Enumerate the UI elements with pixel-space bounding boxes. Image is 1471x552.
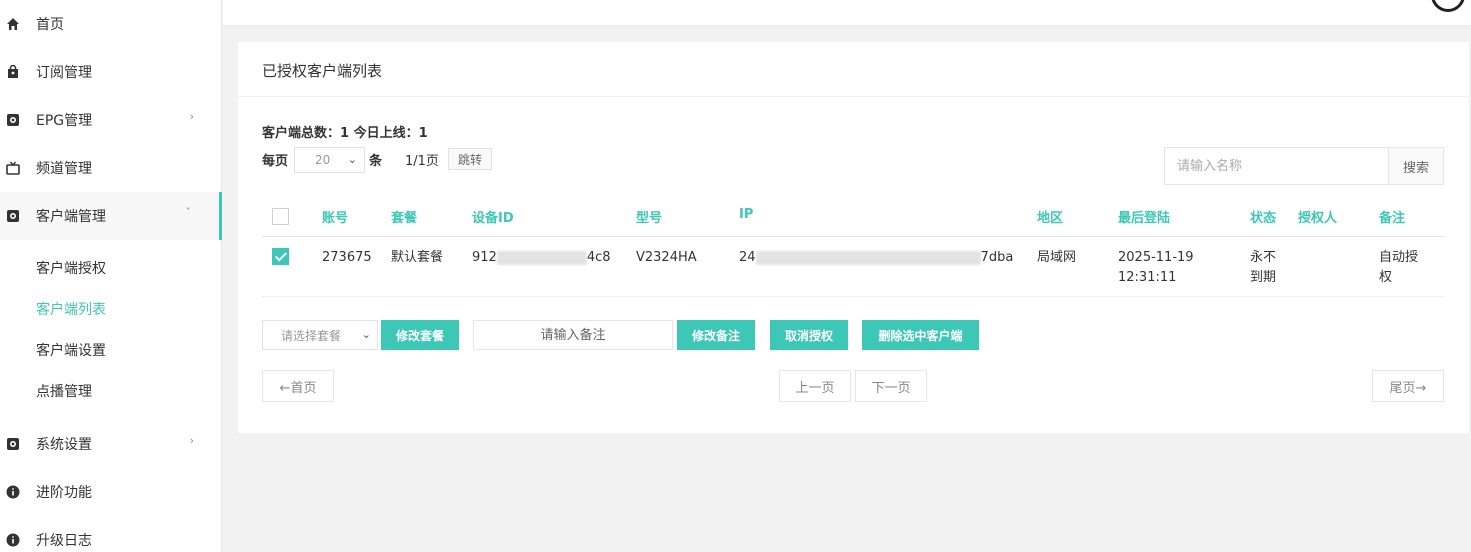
gear-icon — [6, 437, 20, 451]
sidebar-subitem-vod[interactable]: 点播管理 — [36, 376, 92, 406]
row-checkbox[interactable] — [272, 248, 289, 265]
sidebar-item-label: 频道管理 — [36, 161, 92, 177]
sidebar-item-channels[interactable]: 频道管理 — [0, 144, 222, 192]
first-page-button[interactable]: ←首页 — [262, 370, 334, 402]
delete-selected-button[interactable]: 删除选中客户端 — [862, 320, 979, 350]
package-select[interactable]: 请选择套餐 ⌄ — [262, 320, 378, 350]
cell-package: 默认套餐 — [391, 250, 444, 265]
prev-page-button[interactable]: 上一页 — [779, 370, 851, 402]
client-stats: 客户端总数：1 今日上线：1 — [262, 126, 428, 141]
chevron-right-icon: › — [189, 110, 194, 123]
page-info: 1/1页 — [405, 154, 439, 169]
chevron-down-icon: ˇ — [185, 206, 192, 219]
sidebar-item-label: EPG管理 — [36, 113, 93, 129]
cell-remark: 自动授 权 — [1379, 248, 1418, 288]
sidebar-item-label: 订阅管理 — [36, 65, 92, 81]
sidebar-item-home[interactable]: 首页 — [0, 0, 222, 48]
search-button[interactable]: 搜索 — [1388, 147, 1444, 185]
modify-package-button[interactable]: 修改套餐 — [381, 320, 459, 350]
column-header-model: 型号 — [636, 211, 663, 226]
sidebar-item-label: 客户端管理 — [36, 209, 106, 225]
divider — [238, 96, 1469, 97]
table-row-divider — [262, 296, 1444, 297]
bag-icon — [6, 65, 20, 79]
ip-suffix: 7dba — [980, 250, 1014, 265]
sidebar-subitem-client-settings[interactable]: 客户端设置 — [36, 335, 106, 365]
table-header-divider — [262, 236, 1444, 237]
device-id-suffix: 4c8 — [586, 250, 611, 265]
sidebar-item-subscription[interactable]: 订阅管理 — [0, 48, 222, 96]
cancel-auth-button[interactable]: 取消授权 — [770, 320, 848, 350]
cell-status: 永不 到期 — [1250, 248, 1276, 288]
column-header-remark: 备注 — [1379, 211, 1406, 226]
chevron-down-icon: ⌄ — [361, 328, 371, 341]
select-all-checkbox[interactable] — [272, 208, 289, 225]
column-header-package: 套餐 — [391, 211, 418, 226]
per-page-value: 20 — [315, 153, 331, 167]
status-line: 永不 — [1250, 250, 1277, 265]
last-login-date: 2025-11-19 — [1118, 250, 1194, 265]
gear-icon — [6, 209, 20, 223]
device-id-prefix: 912 — [472, 250, 497, 265]
info-icon — [6, 533, 20, 547]
per-page-label: 每页 — [262, 154, 289, 169]
page-title: 已授权客户端列表 — [262, 62, 383, 80]
last-login-time: 12:31:11 — [1118, 270, 1177, 285]
column-header-status: 状态 — [1250, 211, 1277, 226]
sidebar-item-system-settings[interactable]: 系统设置 › — [0, 420, 222, 468]
cell-device-id: 912 4c8 — [472, 248, 611, 268]
sidebar-item-label: 系统设置 — [36, 437, 92, 453]
remark-line: 权 — [1379, 270, 1393, 285]
sidebar-item-advanced[interactable]: 进阶功能 — [0, 468, 222, 516]
sidebar-subitem-client-list[interactable]: 客户端列表 — [36, 294, 106, 324]
gear-icon — [6, 113, 20, 127]
tv-icon — [6, 161, 20, 175]
user-avatar-icon[interactable] — [1431, 0, 1465, 12]
cell-model: V2324HA — [636, 250, 697, 265]
client-list-card: 已授权客户端列表 客户端总数：1 今日上线：1 每页 20 ⌄ 条 1/1页 跳… — [238, 42, 1469, 433]
top-header — [223, 0, 1471, 26]
remark-input[interactable] — [473, 320, 673, 350]
last-page-button[interactable]: 尾页→ — [1372, 370, 1444, 402]
column-header-authorizer: 授权人 — [1298, 211, 1338, 226]
sidebar-item-label: 升级日志 — [36, 533, 92, 549]
jump-button[interactable]: 跳转 — [448, 148, 492, 170]
cell-account: 273675 — [322, 250, 372, 265]
column-header-ip: IP — [739, 207, 754, 222]
per-page-select[interactable]: 20 ⌄ — [294, 147, 365, 173]
column-header-last-login: 最后登陆 — [1118, 211, 1171, 226]
column-header-region: 地区 — [1037, 211, 1064, 226]
column-header-account: 账号 — [322, 211, 349, 226]
package-select-placeholder: 请选择套餐 — [281, 328, 342, 343]
redacted-mask — [755, 250, 981, 265]
next-page-button[interactable]: 下一页 — [855, 370, 927, 402]
sidebar-item-client-management[interactable]: 客户端管理 ˇ — [0, 192, 222, 240]
status-line: 到期 — [1250, 270, 1277, 285]
sidebar-item-changelog[interactable]: 升级日志 — [0, 516, 222, 552]
sidebar-item-label: 进阶功能 — [36, 485, 92, 501]
home-icon — [6, 17, 20, 31]
sidebar-item-label: 首页 — [36, 17, 64, 33]
cell-ip: 24 7dba — [739, 248, 1013, 268]
ip-prefix: 24 — [739, 250, 756, 265]
cell-region: 局域网 — [1037, 250, 1077, 265]
cell-last-login: 2025-11-19 12:31:11 — [1118, 248, 1194, 288]
chevron-down-icon: ⌄ — [347, 153, 357, 166]
redacted-mask — [496, 250, 587, 265]
column-header-device-id: 设备ID — [472, 211, 514, 226]
sidebar-item-epg[interactable]: EPG管理 › — [0, 96, 222, 144]
sidebar: 首页 订阅管理 EPG管理 › 频道管理 客户端管理 ˇ 客户端授权 客户端列表… — [0, 0, 222, 552]
per-page-unit: 条 — [369, 154, 383, 169]
info-icon — [6, 485, 20, 499]
modify-remark-button[interactable]: 修改备注 — [677, 320, 755, 350]
sidebar-subitem-client-auth[interactable]: 客户端授权 — [36, 253, 106, 283]
chevron-right-icon: › — [189, 434, 194, 447]
remark-line: 自动授 — [1379, 250, 1419, 265]
search-input[interactable] — [1164, 147, 1389, 185]
